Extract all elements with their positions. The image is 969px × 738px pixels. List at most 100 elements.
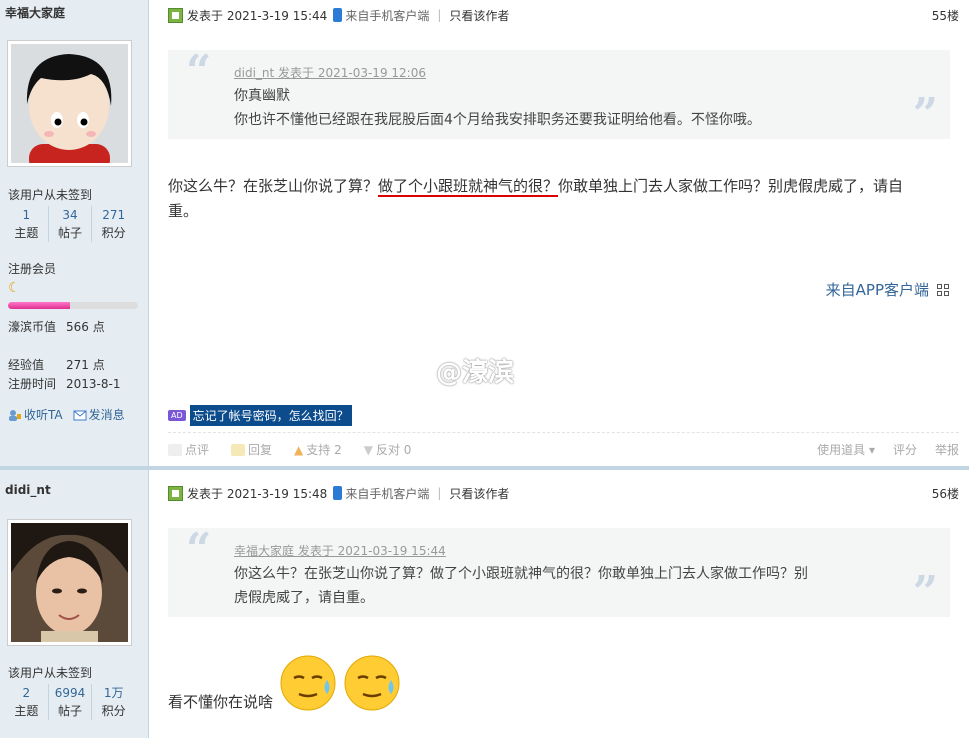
user-stats: 1 主题 34 帖子 271 积分	[5, 206, 135, 242]
quote-author-link[interactable]: 幸福大家庭 发表于 2021-03-19 15:44	[234, 542, 446, 559]
stat-value: 1万	[103, 686, 124, 700]
wealth-row: 濠滨币值 566 点	[8, 318, 105, 335]
post-toolbar: 点评 回复 ▲ 支持 2 ▼ 反对 0 使用道具 ▾ 评分 举报	[168, 432, 959, 466]
envelope-icon	[73, 410, 87, 420]
stat-threads[interactable]: 1 主题	[5, 206, 49, 242]
tools-menu[interactable]: 使用道具 ▾	[817, 441, 875, 458]
follow-icon	[9, 409, 21, 421]
body-text: 你敢单独上门去人家做工作吗？别虎假虎威了，请自	[558, 177, 904, 195]
close-quote-icon: ”	[912, 567, 938, 618]
floor-number[interactable]: 55楼	[932, 7, 959, 24]
user-sidebar: didi_nt 该用户从未签到 2 主题 6994 帖子 1万 积分	[0, 470, 149, 738]
stat-value: 34	[62, 208, 78, 222]
stat-posts[interactable]: 34 帖子	[49, 206, 93, 242]
user-sidebar: 幸福大家庭 该用户从未签到 1 主题 34 帖子 271 积分 注册会员 ☾ 濠…	[0, 0, 149, 466]
post-time: 发表于 2021-3-19 15:48	[187, 486, 328, 501]
ad-tag: AD	[168, 410, 186, 421]
stat-posts[interactable]: 6994 帖子	[49, 684, 93, 720]
comment-icon	[168, 443, 182, 456]
wealth-label: 濠滨币值	[8, 320, 57, 334]
chevron-down-icon: ▾	[868, 443, 875, 457]
ad-row: AD 忘记了帐号密码，怎么找回？	[168, 405, 352, 426]
stat-points[interactable]: 271 积分	[92, 206, 135, 242]
report-button[interactable]: 举报	[935, 441, 959, 458]
floor-number[interactable]: 56楼	[932, 485, 959, 502]
watermark: @濠滨	[436, 358, 515, 388]
post-content: 发表于 2021-3-19 15:48 来自手机客户端 | 只看该作者 56楼 …	[168, 470, 969, 738]
post-content: 发表于 2021-3-19 15:44 来自手机客户端 | 只看该作者 55楼 …	[168, 0, 969, 466]
oppose-button[interactable]: ▼ 反对 0	[364, 441, 412, 458]
follow-label: 收听TA	[24, 408, 63, 422]
stat-value: 2	[22, 686, 31, 700]
stat-label: 帖子	[58, 226, 83, 240]
cartoon-avatar-icon	[11, 44, 128, 163]
toolbar-right: 使用道具 ▾ 评分 举报	[817, 441, 959, 458]
body-text: 你这么牛？在张芝山你说了算？	[168, 177, 379, 195]
exp-value: 271 点	[66, 358, 105, 372]
user-group[interactable]: 注册会员	[8, 260, 56, 277]
message-button[interactable]: 发消息	[73, 406, 125, 423]
reply-label: 回复	[248, 443, 273, 457]
post-meta: 发表于 2021-3-19 15:48 来自手机客户端 | 只看该作者 56楼	[168, 483, 959, 503]
body-text: 看不懂你在说啥	[168, 693, 274, 711]
quote-line: 虎假虎威了，请自重。	[234, 590, 374, 606]
level-progress-bar	[8, 302, 138, 309]
ad-link[interactable]: 忘记了帐号密码，怎么找回？	[189, 405, 352, 426]
body-text: 重。	[168, 202, 199, 220]
phone-icon	[333, 486, 343, 500]
post-55: 幸福大家庭 该用户从未签到 1 主题 34 帖子 271 积分 注册会员 ☾ 濠…	[0, 0, 969, 466]
quote-line: 你真幽默	[234, 88, 290, 104]
reply-icon	[231, 443, 246, 456]
support-button[interactable]: ▲ 支持 2	[294, 441, 342, 458]
stat-points[interactable]: 1万 积分	[92, 684, 135, 720]
post-body: 你这么牛？在张芝山你说了算？做了个小跟班就神气的很？你敢单独上门去人家做工作吗？…	[168, 174, 958, 224]
sweat-emoji-icon	[280, 655, 336, 711]
stat-label: 主题	[14, 226, 39, 240]
level-progress-fill	[8, 302, 71, 309]
comment-label: 点评	[185, 443, 210, 457]
stat-label: 主题	[14, 704, 39, 718]
meta-separator: |	[437, 486, 442, 500]
reply-button[interactable]: 回复	[231, 441, 272, 458]
oppose-label: 反对 0	[375, 443, 412, 457]
app-source-link[interactable]: 来自APP客户端	[826, 279, 949, 300]
quote-block: “ didi_nt 发表于 2021-03-19 12:06 你真幽默 你也许不…	[168, 50, 950, 139]
username[interactable]: 幸福大家庭	[5, 4, 65, 21]
comment-button[interactable]: 点评	[168, 441, 209, 458]
stat-label: 帖子	[58, 704, 83, 718]
user-actions: 收听TA 发消息	[8, 406, 125, 423]
quote-author-link[interactable]: didi_nt 发表于 2021-03-19 12:06	[234, 64, 426, 81]
reg-row: 注册时间 2013-8-1	[8, 375, 120, 392]
exp-label: 经验值	[8, 358, 45, 372]
follow-button[interactable]: 收听TA	[8, 406, 63, 423]
photo-avatar-icon	[11, 523, 128, 642]
wealth-value: 566 点	[66, 320, 105, 334]
signin-status: 该用户从未签到	[8, 666, 93, 680]
meta-separator: |	[437, 8, 442, 22]
reg-label: 注册时间	[8, 377, 57, 391]
only-author-link[interactable]: 只看该作者	[449, 485, 509, 502]
post-time: 发表于 2021-3-19 15:44	[187, 8, 328, 23]
quote-line: 你这么牛？在张芝山你说了算？做了个小跟班就神气的很？你敢单独上门去人家做工作吗？…	[234, 566, 808, 582]
post-56: didi_nt 该用户从未签到 2 主题 6994 帖子 1万 积分 发表于 2…	[0, 470, 969, 738]
rate-button[interactable]: 评分	[893, 441, 917, 458]
open-quote-icon: “	[186, 524, 212, 575]
quote-body: 你真幽默 你也许不懂他已经跟在我屁股后面4个月给我安排职务还要我证明给他看。不怪…	[234, 84, 890, 132]
stat-value: 1	[22, 208, 31, 222]
app-source-label: 来自APP客户端	[825, 281, 929, 299]
stat-value: 6994	[54, 686, 86, 700]
post-source: 来自手机客户端	[345, 486, 430, 501]
message-label: 发消息	[88, 408, 125, 422]
qrcode-icon	[937, 283, 949, 296]
support-label: 支持 2	[306, 443, 342, 457]
stat-label: 积分	[101, 704, 126, 718]
only-author-link[interactable]: 只看该作者	[449, 7, 509, 24]
stat-value: 271	[102, 208, 126, 222]
avatar[interactable]	[7, 519, 132, 646]
stat-threads[interactable]: 2 主题	[5, 684, 49, 720]
avatar[interactable]	[7, 40, 132, 167]
username[interactable]: didi_nt	[5, 483, 51, 497]
phone-icon	[333, 8, 343, 22]
post-source: 来自手机客户端	[345, 8, 430, 23]
reg-value: 2013-8-1	[66, 377, 121, 391]
